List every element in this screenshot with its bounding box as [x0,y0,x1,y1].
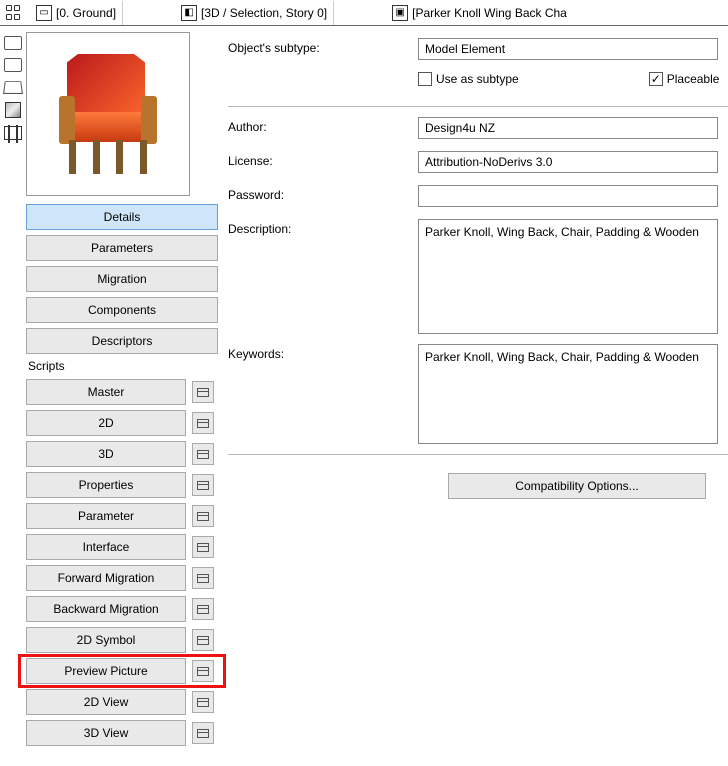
script-forward-migration-button[interactable]: Forward Migration [26,565,186,591]
script-2d-view-open-icon[interactable] [192,691,214,713]
script-master-button[interactable]: Master [26,379,186,405]
script-parameter-open-icon[interactable] [192,505,214,527]
license-label: License: [228,151,418,168]
script-parameter-button[interactable]: Parameter [26,503,186,529]
script-3d-view-button[interactable]: 3D View [26,720,186,746]
script-2d-view-button[interactable]: 2D View [26,689,186,715]
nav-components[interactable]: Components [26,297,218,323]
nav-descriptors[interactable]: Descriptors [26,328,218,354]
tab-ground-label: [0. Ground] [56,6,116,20]
script-row-3d: 3D [26,441,218,467]
use-as-subtype-label: Use as subtype [436,72,519,86]
view-section-icon[interactable] [4,58,22,72]
subtype-field[interactable]: Model Element [418,38,718,60]
object-icon: ▣ [392,5,408,21]
script-row-2d-symbol: 2D Symbol [26,627,218,653]
script-2d-open-icon[interactable] [192,412,214,434]
tab-3d-label: [3D / Selection, Story 0] [201,6,327,20]
preview-thumbnail [26,32,190,196]
placeable-label: Placeable [667,72,720,86]
script-properties-open-icon[interactable] [192,474,214,496]
chair-icon [53,54,163,174]
scripts-section-label: Scripts [28,359,218,373]
script-row-3d-view: 3D View [26,720,218,746]
author-field[interactable]: Design4u NZ [418,117,718,139]
script-master-open-icon[interactable] [192,381,214,403]
top-toolbar: ▭ [0. Ground] ◧ [3D / Selection, Story 0… [0,0,728,26]
script-forward-migration-open-icon[interactable] [192,567,214,589]
view-plan-icon[interactable] [4,36,22,50]
script-interface-open-icon[interactable] [192,536,214,558]
nav-parameters[interactable]: Parameters [26,235,218,261]
script-row-backward-migration: Backward Migration [26,596,218,622]
script-2d-button[interactable]: 2D [26,410,186,436]
toolbar-grid-icon[interactable] [4,3,24,23]
script-row-2d: 2D [26,410,218,436]
script-properties-button[interactable]: Properties [26,472,186,498]
tab-ground[interactable]: ▭ [0. Ground] [30,1,123,25]
description-field[interactable]: Parker Knoll, Wing Back, Chair, Padding … [418,219,718,334]
script-interface-button[interactable]: Interface [26,534,186,560]
compatibility-options-button[interactable]: Compatibility Options... [448,473,706,499]
subtype-label: Object's subtype: [228,38,418,55]
keywords-label: Keywords: [228,344,418,361]
script-2d-symbol-button[interactable]: 2D Symbol [26,627,186,653]
author-label: Author: [228,117,418,134]
script-row-properties: Properties [26,472,218,498]
view-3d-icon[interactable] [5,102,21,118]
nav-migration[interactable]: Migration [26,266,218,292]
script-row-master: Master [26,379,218,405]
script-backward-migration-open-icon[interactable] [192,598,214,620]
script-backward-migration-button[interactable]: Backward Migration [26,596,186,622]
script-preview-picture-open-icon[interactable] [192,660,214,682]
script-row-preview-picture: Preview Picture [26,658,218,684]
keywords-field[interactable]: Parker Knoll, Wing Back, Chair, Padding … [418,344,718,444]
view-elevation-icon[interactable] [3,81,23,94]
password-field[interactable] [418,185,718,207]
description-label: Description: [228,219,418,236]
tab-parker-label: [Parker Knoll Wing Back Cha [412,6,567,20]
nav-details[interactable]: Details [26,204,218,230]
tab-3d-selection[interactable]: ◧ [3D / Selection, Story 0] [175,1,334,25]
script-3d-open-icon[interactable] [192,443,214,465]
view-preview-icon[interactable] [4,126,22,140]
script-3d-button[interactable]: 3D [26,441,186,467]
use-as-subtype-checkbox[interactable]: Use as subtype [418,72,519,86]
view-mode-icons [4,32,22,140]
document-icon: ▭ [36,5,52,21]
placeable-checkbox[interactable]: Placeable [649,72,720,86]
script-row-interface: Interface [26,534,218,560]
password-label: Password: [228,185,418,202]
script-3d-view-open-icon[interactable] [192,722,214,744]
script-preview-picture-button[interactable]: Preview Picture [26,658,186,684]
cube-icon: ◧ [181,5,197,21]
tab-parker-knoll[interactable]: ▣ [Parker Knoll Wing Back Cha [386,1,573,25]
divider [228,106,728,107]
script-row-parameter: Parameter [26,503,218,529]
script-row-2d-view: 2D View [26,689,218,715]
script-2d-symbol-open-icon[interactable] [192,629,214,651]
script-row-forward-migration: Forward Migration [26,565,218,591]
license-field[interactable]: Attribution-NoDerivs 3.0 [418,151,718,173]
divider-2 [228,454,728,455]
